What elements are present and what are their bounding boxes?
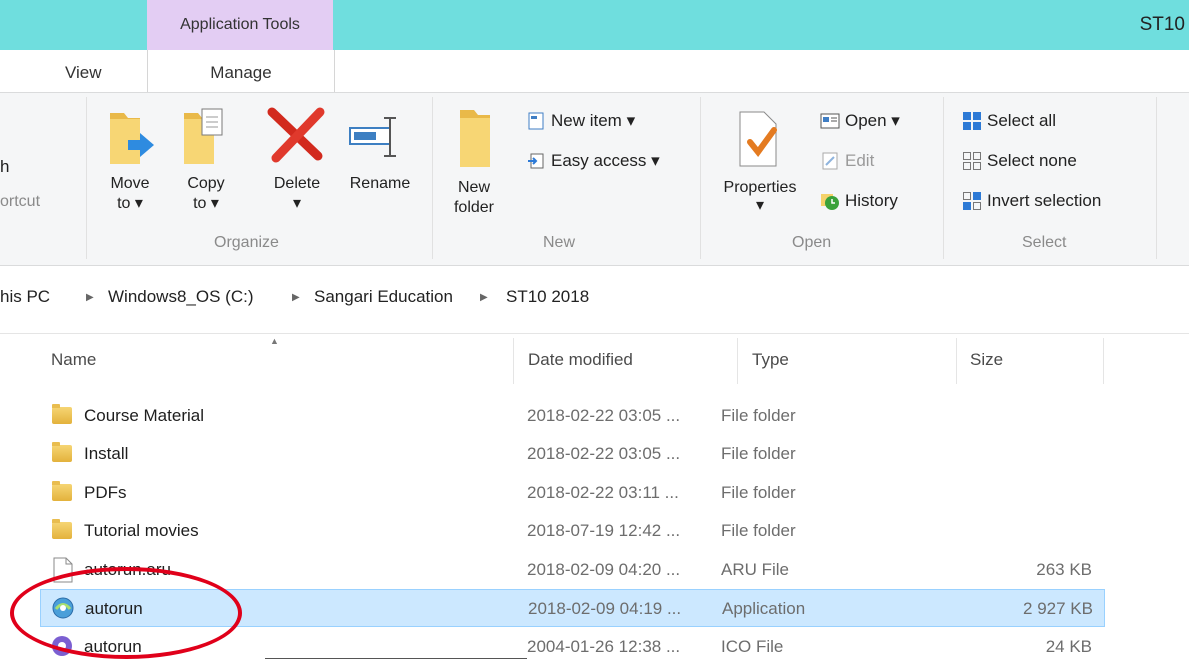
file-date: 2004-01-26 12:38 ... [527, 637, 681, 656]
new-folder-label: New folder [453, 179, 495, 216]
file-type: ICO File [721, 637, 784, 656]
properties-button[interactable] [734, 108, 784, 170]
new-item-icon [528, 112, 544, 130]
history-button[interactable]: History [820, 186, 898, 216]
breadcrumb-item-windows8-os[interactable]: Windows8_OS (C:) [108, 287, 253, 307]
new-group-label: New [543, 234, 576, 251]
folder-icon [52, 404, 72, 424]
select-none-button[interactable]: Select none [962, 146, 1077, 176]
file-type: File folder [721, 521, 796, 540]
file-date: 2018-02-22 03:11 ... [527, 483, 679, 502]
edit-button[interactable]: Edit [820, 146, 874, 176]
ribbon-separator [700, 97, 701, 259]
column-header-name[interactable]: Name [51, 350, 96, 370]
column-separator[interactable] [956, 338, 957, 384]
select-all-icon [963, 112, 981, 130]
folder-icon [52, 442, 72, 462]
breadcrumb-item-this-pc[interactable]: his PC [0, 287, 50, 307]
open-icon [820, 113, 840, 129]
invert-selection-icon [963, 192, 981, 210]
file-date: 2018-07-19 12:42 ... [527, 521, 681, 540]
column-separator[interactable] [737, 338, 738, 384]
tooltip-edge [265, 658, 527, 659]
file-size: 2 927 KB [1023, 599, 1093, 618]
file-type: File folder [721, 444, 796, 463]
column-header-size[interactable]: Size [970, 350, 1003, 370]
file-size: 24 KB [1045, 637, 1092, 656]
ribbon-separator [943, 97, 944, 259]
breadcrumb-separator-icon[interactable]: ▶ [86, 292, 94, 303]
file-name: PDFs [84, 483, 127, 502]
file-date: 2018-02-09 04:20 ... [527, 560, 681, 579]
move-to-icon [110, 113, 154, 164]
file-type: ARU File [721, 560, 790, 579]
file-date: 2018-02-22 03:05 ... [527, 444, 681, 463]
properties-dropdown-arrow[interactable]: ▾ [710, 196, 810, 216]
select-none-icon [963, 152, 981, 170]
file-size: 263 KB [1036, 560, 1092, 579]
open-group-label: Open [792, 234, 832, 251]
new-folder-button[interactable] [456, 104, 496, 170]
edit-icon [822, 152, 838, 170]
paste-shortcut-button[interactable]: ortcut [0, 193, 40, 211]
breadcrumb-separator-icon[interactable]: ▶ [292, 292, 300, 303]
clipboard-partial-label-top: h [0, 157, 10, 176]
file-type: File folder [721, 406, 796, 425]
column-separator[interactable] [1103, 338, 1104, 384]
file-type: File folder [721, 483, 796, 502]
new-item-button[interactable]: New item ▾ [526, 106, 635, 136]
breadcrumb-item-st10-2018[interactable]: ST10 2018 [506, 287, 589, 307]
invert-selection-button[interactable]: Invert selection [962, 186, 1101, 216]
copy-to-icon [184, 108, 223, 164]
move-to-label: Move to ▾ [110, 175, 150, 212]
delete-icon [267, 107, 325, 163]
folder-icon [52, 519, 72, 539]
file-date: 2018-02-09 04:19 ... [528, 599, 682, 618]
rename-label: Rename [349, 175, 411, 192]
select-group-label: Select [1022, 234, 1067, 251]
delete-dropdown-arrow[interactable]: ▾ [262, 194, 332, 214]
list-item[interactable]: PDFs 2018-02-22 03:11 ... File folder [40, 474, 1103, 510]
ribbon-separator [86, 97, 87, 259]
properties-label: Properties [723, 179, 797, 196]
sort-ascending-icon: ▲ [270, 336, 279, 346]
delete-label: Delete [273, 175, 321, 192]
column-separator[interactable] [513, 338, 514, 384]
file-name: Install [84, 444, 129, 463]
tab-view[interactable]: View [65, 50, 102, 92]
rename-button[interactable] [346, 112, 406, 162]
organize-group-label: Organize [214, 234, 279, 251]
copy-to-label: Copy to ▾ [187, 175, 225, 212]
move-to-button[interactable] [102, 105, 162, 169]
highlight-circle-annotation [10, 567, 242, 659]
breadcrumb-item-sangari-education[interactable]: Sangari Education [314, 287, 453, 307]
list-item[interactable]: Tutorial movies 2018-07-19 12:42 ... Fil… [40, 512, 1103, 548]
rename-icon [349, 117, 396, 157]
ribbon-separator [1156, 97, 1157, 259]
list-item[interactable]: Install 2018-02-22 03:05 ... File folder [40, 435, 1103, 471]
folder-icon [52, 481, 72, 501]
file-date: 2018-02-22 03:05 ... [527, 406, 681, 425]
properties-icon [739, 111, 777, 167]
delete-button[interactable] [262, 106, 334, 166]
file-type: Application [722, 599, 806, 618]
application-tools-context-tab: Application Tools [147, 0, 333, 50]
column-header-type[interactable]: Type [752, 350, 789, 370]
column-header-date-modified[interactable]: Date modified [528, 350, 633, 370]
breadcrumb-separator-icon[interactable]: ▶ [480, 292, 488, 303]
list-top-border [0, 333, 1189, 334]
list-item[interactable]: Course Material 2018-02-22 03:05 ... Fil… [40, 397, 1103, 433]
open-button[interactable]: Open ▾ [820, 106, 900, 136]
copy-to-button[interactable] [178, 105, 238, 169]
select-all-button[interactable]: Select all [962, 106, 1056, 136]
tab-manage[interactable]: Manage [147, 50, 335, 92]
folder-icon [460, 110, 490, 167]
window-title: ST10 [1139, 14, 1185, 35]
file-name: Course Material [84, 406, 204, 425]
file-name: Tutorial movies [84, 521, 199, 540]
easy-access-icon [528, 153, 544, 169]
history-icon [821, 194, 839, 210]
easy-access-button[interactable]: Easy access ▾ [526, 146, 660, 176]
ribbon-separator [432, 97, 433, 259]
